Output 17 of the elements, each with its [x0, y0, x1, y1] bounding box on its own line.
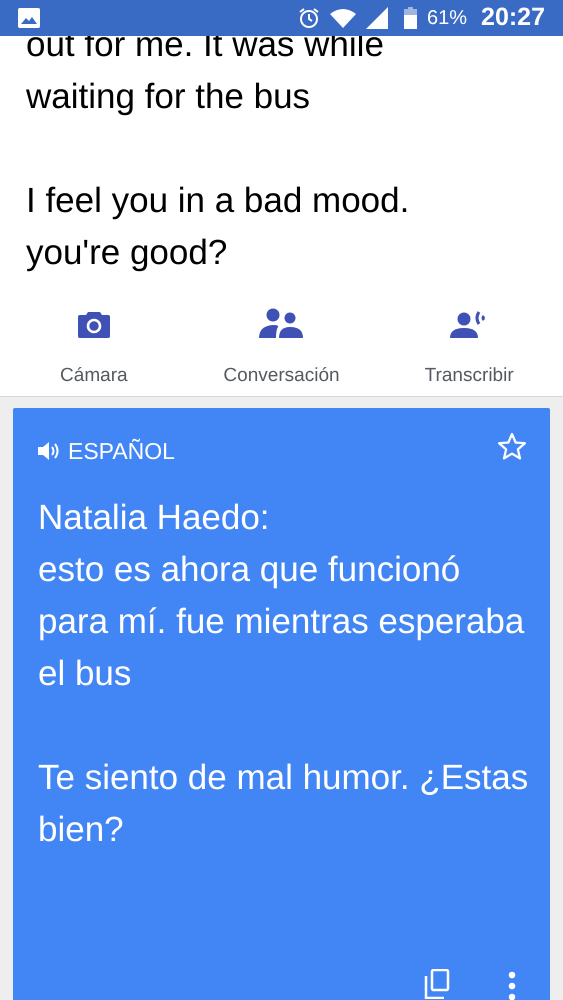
image-icon [18, 8, 40, 28]
copy-icon[interactable] [424, 969, 450, 999]
battery-icon [404, 7, 418, 29]
translation-text: Natalia Haedo: esto es ahora que funcionó para mí. fue mientras esperaba el bus Te siento de mal humor. ¿Estas bien? [38, 497, 530, 851]
battery-percentage: 61% [427, 6, 468, 31]
mode-button[interactable]: Transcribir [375, 290, 563, 390]
signal-icon [366, 7, 388, 29]
language-label[interactable]: ESPAÑOL [68, 434, 175, 468]
more-options-icon[interactable] [508, 971, 516, 1000]
mode-button[interactable]: Conversación [188, 290, 376, 390]
mode-button[interactable]: Cámara [0, 290, 188, 390]
alarm-clock-icon [298, 7, 320, 29]
clock-time: 20:27 [481, 2, 545, 34]
wifi-icon [330, 8, 356, 28]
star-icon[interactable] [497, 432, 527, 461]
people-icon [259, 308, 304, 338]
camera-icon [78, 310, 110, 338]
